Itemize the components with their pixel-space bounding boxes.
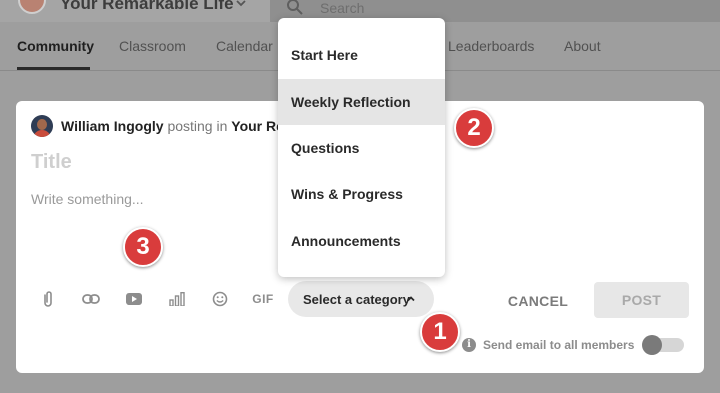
search-placeholder: Search <box>320 0 365 16</box>
video-button[interactable] <box>124 289 144 309</box>
category-option-announcements[interactable]: Announcements <box>278 218 445 264</box>
posting-line: William Ingogly posting in Your Re <box>61 118 284 134</box>
emoji-button[interactable] <box>210 289 230 309</box>
send-email-label: Send email to all members <box>483 338 635 352</box>
chevron-up-icon <box>407 296 415 302</box>
annotation-badge-1: 1 <box>420 312 460 352</box>
category-option-start-here[interactable]: Start Here <box>278 32 445 78</box>
group-avatar[interactable] <box>18 0 46 14</box>
category-option-wins-progress[interactable]: Wins & Progress <box>278 171 445 217</box>
category-option-weekly-reflection[interactable]: Weekly Reflection <box>278 79 445 125</box>
posting-in-text: posting in <box>167 118 228 134</box>
attachment-button[interactable] <box>38 289 58 309</box>
category-dropdown: Start Here Weekly Reflection Questions W… <box>278 18 445 277</box>
category-option-questions[interactable]: Questions <box>278 125 445 171</box>
author-name[interactable]: William Ingogly <box>61 118 164 134</box>
author-avatar <box>31 115 53 137</box>
gif-icon: GIF <box>252 292 274 306</box>
poll-button[interactable] <box>167 289 187 309</box>
annotation-badge-2: 2 <box>454 108 494 148</box>
paperclip-icon <box>44 291 52 307</box>
group-name[interactable]: Your Remarkable Life <box>60 0 234 14</box>
search-icon <box>287 0 303 15</box>
tab-about[interactable]: About <box>564 38 601 54</box>
category-select[interactable]: Select a category <box>288 281 434 317</box>
category-option-label: Wins & Progress <box>291 186 403 202</box>
emoji-icon <box>212 291 228 307</box>
tab-classroom[interactable]: Classroom <box>119 38 186 54</box>
send-email-toggle[interactable] <box>642 335 684 355</box>
cancel-button[interactable]: CANCEL <box>496 283 580 319</box>
category-option-label: Announcements <box>291 233 401 249</box>
category-option-label: Weekly Reflection <box>291 94 411 110</box>
posting-group[interactable]: Your Re <box>231 118 284 134</box>
gif-button[interactable]: GIF <box>250 289 276 309</box>
link-icon <box>82 294 100 304</box>
chevron-down-icon[interactable] <box>234 0 248 10</box>
tab-calendar[interactable]: Calendar <box>216 38 273 54</box>
youtube-icon <box>126 293 142 305</box>
tab-community[interactable]: Community <box>17 38 94 54</box>
category-option-label: Start Here <box>291 47 358 63</box>
poll-icon <box>169 292 185 306</box>
toggle-knob <box>642 335 662 355</box>
tab-leaderboards[interactable]: Leaderboards <box>448 38 534 54</box>
info-icon[interactable]: i <box>462 338 476 352</box>
category-option-label: Questions <box>291 140 360 156</box>
annotation-badge-3: 3 <box>123 227 163 267</box>
post-button[interactable]: POST <box>594 282 689 318</box>
category-select-label: Select a category <box>303 292 410 307</box>
link-button[interactable] <box>81 289 101 309</box>
